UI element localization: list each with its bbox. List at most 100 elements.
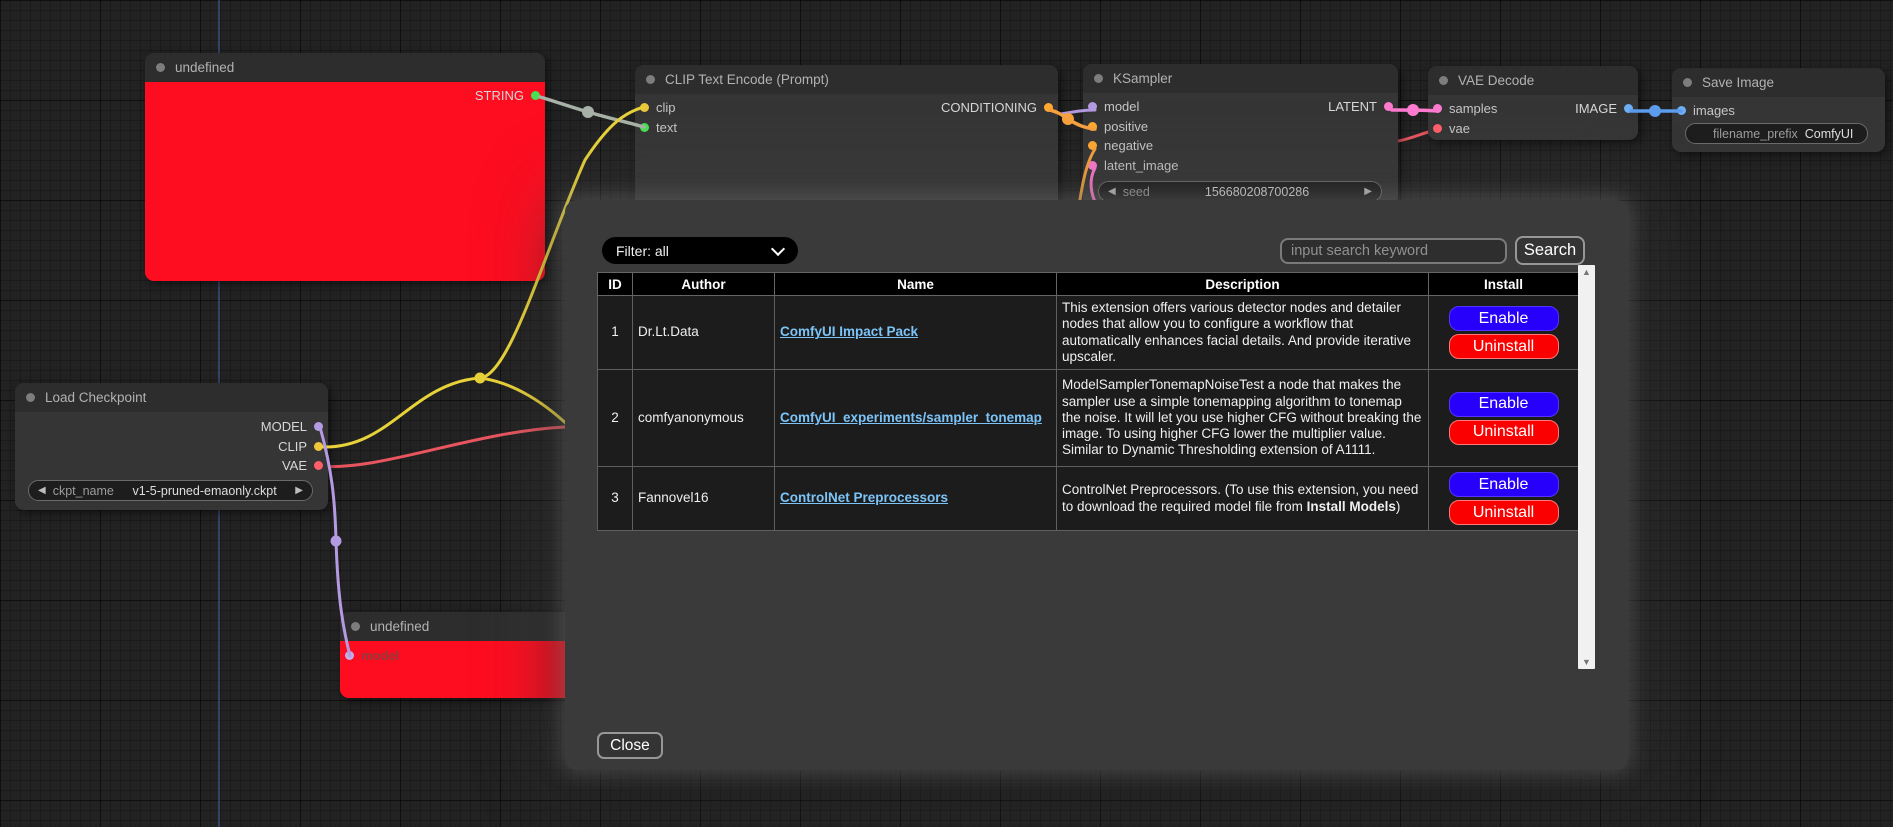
output-slot-string[interactable] <box>531 91 540 100</box>
header-install: Install <box>1429 273 1579 296</box>
filename-prefix-label: filename_prefix <box>1695 127 1798 141</box>
output-slot-clip[interactable] <box>314 442 323 451</box>
node-ksampler[interactable]: KSampler model positive negative latent_… <box>1083 64 1398 205</box>
input-slot-latent-image[interactable] <box>1088 161 1097 170</box>
output-label-image: IMAGE <box>1575 101 1617 116</box>
cell-description: This extension offers various detector n… <box>1057 296 1429 370</box>
output-slot-model[interactable] <box>314 422 323 431</box>
seed-increment-arrow[interactable]: ▶ <box>1364 187 1372 197</box>
output-slot-vae[interactable] <box>314 461 323 470</box>
output-label-clip: CLIP <box>278 439 307 454</box>
enable-button[interactable]: Enable <box>1449 472 1559 497</box>
node-collapse-dot[interactable] <box>1683 78 1692 87</box>
input-slot-model[interactable] <box>345 651 354 660</box>
output-slot-image[interactable] <box>1624 104 1633 113</box>
node-collapse-dot[interactable] <box>1094 74 1103 83</box>
node-collapse-dot[interactable] <box>26 393 35 402</box>
wire-string-to-text <box>540 97 644 127</box>
search-button[interactable]: Search <box>1515 236 1585 265</box>
input-label-text: text <box>656 120 677 135</box>
node-collapse-dot[interactable] <box>646 75 655 84</box>
uninstall-button[interactable]: Uninstall <box>1449 500 1559 525</box>
cell-description: ModelSamplerTonemapNoiseTest a node that… <box>1057 370 1429 467</box>
output-label-latent: LATENT <box>1328 99 1377 114</box>
close-button[interactable]: Close <box>597 732 663 759</box>
cell-install: Enable Uninstall <box>1429 467 1579 531</box>
scroll-down-icon[interactable]: ▼ <box>1582 655 1591 669</box>
output-label-conditioning: CONDITIONING <box>941 100 1037 115</box>
cell-id: 3 <box>598 467 633 531</box>
cell-name: ComfyUI Impact Pack <box>775 296 1057 370</box>
filter-select-value: Filter: all <box>602 243 773 259</box>
search-input[interactable] <box>1280 238 1507 264</box>
output-label-model: MODEL <box>261 419 307 434</box>
node-title: Save Image <box>1702 75 1774 90</box>
extension-link[interactable]: ComfyUI_experiments/sampler_tonemap <box>780 410 1042 425</box>
header-name: Name <box>775 273 1057 296</box>
filter-select[interactable]: Filter: all <box>602 237 798 264</box>
node-load-checkpoint[interactable]: Load Checkpoint MODEL CLIP VAE ◀ ckpt_na… <box>15 383 328 510</box>
reroute-dot-image[interactable] <box>1649 105 1661 117</box>
scroll-up-icon[interactable]: ▲ <box>1582 265 1591 279</box>
wire-clip-branch-hidden <box>480 378 575 432</box>
node-collapse-dot[interactable] <box>351 622 360 631</box>
node-title: KSampler <box>1113 71 1172 86</box>
table-header-row: ID Author Name Description Install <box>598 273 1579 296</box>
output-label-vae: VAE <box>282 458 307 473</box>
reroute-dot-string[interactable] <box>582 106 594 118</box>
cell-name: ComfyUI_experiments/sampler_tonemap <box>775 370 1057 467</box>
ckpt-next-arrow[interactable]: ▶ <box>295 486 303 496</box>
cell-author: Dr.Lt.Data <box>633 296 775 370</box>
cell-description: ControlNet Preprocessors. (To use this e… <box>1057 467 1429 531</box>
cell-id: 2 <box>598 370 633 467</box>
input-label-latent-image: latent_image <box>1104 158 1178 173</box>
cell-install: Enable Uninstall <box>1429 296 1579 370</box>
uninstall-button[interactable]: Uninstall <box>1449 420 1559 445</box>
cell-install: Enable Uninstall <box>1429 370 1579 467</box>
seed-widget-value: 156680208700286 <box>1157 185 1357 199</box>
extension-link[interactable]: ComfyUI Impact Pack <box>780 324 918 339</box>
input-label-vae: vae <box>1449 121 1470 136</box>
input-slot-text[interactable] <box>640 123 649 132</box>
table-row: 3 Fannovel16 ControlNet Preprocessors Co… <box>598 467 1579 531</box>
table-scrollbar[interactable]: ▲ ▼ <box>1578 265 1595 669</box>
ckpt-name-label: ckpt_name <box>53 484 114 498</box>
node-title: Load Checkpoint <box>45 390 146 405</box>
input-slot-vae[interactable] <box>1433 124 1442 133</box>
input-slot-negative[interactable] <box>1088 141 1097 150</box>
node-title: undefined <box>175 60 234 75</box>
uninstall-button[interactable]: Uninstall <box>1449 334 1559 359</box>
reroute-dot-conditioning[interactable] <box>1062 113 1074 125</box>
reroute-dot-model[interactable] <box>331 536 342 547</box>
node-collapse-dot[interactable] <box>1439 76 1448 85</box>
table-row: 1 Dr.Lt.Data ComfyUI Impact Pack This ex… <box>598 296 1579 370</box>
ckpt-name-value: v1-5-pruned-emaonly.ckpt <box>121 484 288 498</box>
output-slot-conditioning[interactable] <box>1044 103 1053 112</box>
input-label-model: model <box>361 648 399 663</box>
ckpt-prev-arrow[interactable]: ◀ <box>38 486 46 496</box>
node-title: undefined <box>370 619 429 634</box>
input-slot-positive[interactable] <box>1088 122 1097 131</box>
seed-decrement-arrow[interactable]: ◀ <box>1108 187 1116 197</box>
cell-id: 1 <box>598 296 633 370</box>
enable-button[interactable]: Enable <box>1449 306 1559 331</box>
reroute-dot-latent[interactable] <box>1407 104 1419 116</box>
enable-button[interactable]: Enable <box>1449 392 1559 417</box>
header-id: ID <box>598 273 633 296</box>
node-undefined-top[interactable]: undefined STRING <box>145 53 545 281</box>
node-save-image[interactable]: Save Image images filename_prefix ComfyU… <box>1672 68 1885 152</box>
node-collapse-dot[interactable] <box>156 63 165 72</box>
seed-widget[interactable]: ◀ seed 156680208700286 ▶ <box>1098 181 1382 202</box>
ckpt-name-widget[interactable]: ◀ ckpt_name v1-5-pruned-emaonly.ckpt ▶ <box>28 480 313 501</box>
extension-link[interactable]: ControlNet Preprocessors <box>780 490 948 505</box>
table-row: 2 comfyanonymous ComfyUI_experiments/sam… <box>598 370 1579 467</box>
reroute-dot-clip[interactable] <box>475 373 486 384</box>
output-slot-latent[interactable] <box>1384 102 1393 111</box>
node-clip-text-encode[interactable]: CLIP Text Encode (Prompt) clip text COND… <box>635 65 1058 215</box>
node-title: CLIP Text Encode (Prompt) <box>665 72 829 87</box>
cell-author: Fannovel16 <box>633 467 775 531</box>
node-vae-decode[interactable]: VAE Decode samples vae IMAGE <box>1428 66 1638 140</box>
chevron-down-icon <box>771 241 785 255</box>
input-slot-images[interactable] <box>1677 106 1686 115</box>
filename-prefix-widget[interactable]: filename_prefix ComfyUI <box>1685 123 1868 144</box>
